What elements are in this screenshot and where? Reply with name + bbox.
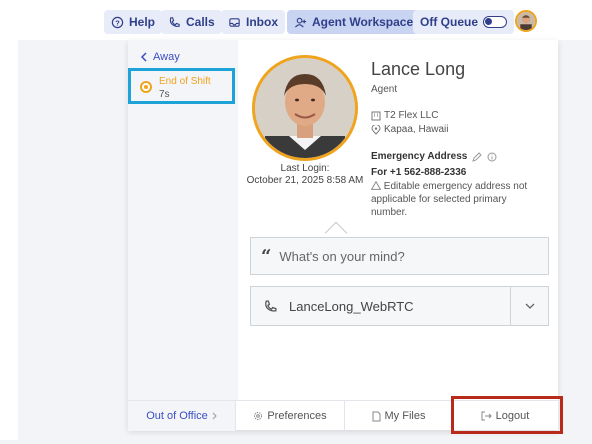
off-queue-label: Off Queue (420, 15, 479, 29)
chevron-right-icon (212, 412, 217, 420)
last-login-value: October 21, 2025 8:58 AM (246, 175, 364, 186)
calls-button[interactable]: Calls (161, 10, 222, 34)
emergency-address-heading: Emergency Address (371, 151, 497, 162)
off-queue-toggle[interactable]: Off Queue (413, 10, 515, 34)
agent-icon (294, 17, 307, 28)
queue-toggle-switch[interactable] (483, 16, 508, 28)
profile-photo (252, 55, 358, 161)
company-name: T2 Flex LLC (384, 110, 439, 121)
help-icon: ? (111, 16, 124, 28)
file-icon (372, 411, 381, 421)
building-icon (371, 111, 381, 120)
out-of-office-label: Out of Office (146, 410, 208, 422)
location-pin-icon (371, 124, 381, 135)
my-files-button[interactable]: My Files (345, 401, 453, 431)
preferences-button[interactable]: Preferences (236, 401, 345, 431)
away-back-link[interactable]: Away (140, 51, 180, 63)
company-info: T2 Flex LLC (371, 110, 438, 121)
help-label: Help (129, 15, 156, 29)
phone-device-selector[interactable]: LanceLong_WebRTC (250, 286, 549, 326)
user-avatar[interactable] (515, 10, 537, 32)
location-info: Kapaa, Hawaii (371, 124, 448, 135)
inbox-button[interactable]: Inbox (221, 10, 285, 34)
phone-device-label: LanceLong_WebRTC (289, 298, 414, 314)
status-name: End of Shift (159, 76, 211, 87)
svg-text:?: ? (115, 18, 120, 27)
status-sidebar: Away End of Shift 7s (128, 40, 238, 400)
out-of-office-link[interactable]: Out of Office (128, 401, 236, 431)
gear-icon (254, 412, 263, 420)
my-files-label: My Files (384, 410, 426, 422)
last-login: Last Login: October 21, 2025 8:58 AM (240, 163, 370, 187)
help-button[interactable]: ? Help (104, 10, 163, 34)
location-name: Kapaa, Hawaii (384, 124, 449, 135)
pencil-icon[interactable] (472, 151, 483, 162)
phone-icon (169, 16, 180, 27)
status-message-placeholder: What's on your mind? (279, 248, 405, 264)
avatar-image (517, 12, 535, 30)
inbox-icon (229, 17, 240, 27)
preferences-label: Preferences (267, 410, 327, 422)
away-label: Away (153, 51, 180, 63)
phone-icon (251, 299, 281, 314)
top-navigation: ? Help Calls Inbox Agent Workspace Off Q… (0, 0, 592, 40)
status-duration: 7s (159, 89, 170, 100)
emergency-number: For +1 562-888-2336 (371, 167, 467, 178)
emergency-heading-label: Emergency Address (371, 151, 468, 162)
quote-icon: “ (261, 245, 272, 267)
chevron-down-icon[interactable] (510, 287, 548, 325)
status-item-end-of-shift[interactable]: End of Shift 7s (128, 68, 235, 104)
agent-status-panel: Away End of Shift 7s Last Login: October… (128, 40, 558, 431)
status-message-input[interactable]: “ What's on your mind? (250, 237, 549, 275)
info-icon[interactable] (487, 152, 497, 162)
agent-role: Agent (371, 84, 398, 95)
profile-photo-image (255, 58, 355, 158)
agent-workspace-label: Agent Workspace (312, 15, 414, 29)
warning-icon (370, 180, 382, 190)
chevron-left-icon (140, 52, 147, 62)
emergency-note: Editable emergency address not applicabl… (370, 180, 541, 219)
inbox-label: Inbox (246, 15, 278, 29)
calls-label: Calls (186, 15, 215, 29)
last-login-label: Last Login: (280, 163, 330, 174)
agent-name: Lance Long (371, 59, 466, 79)
logout-highlight (451, 396, 563, 434)
agent-workspace-button[interactable]: Agent Workspace (287, 10, 421, 34)
status-indicator-icon (140, 81, 152, 93)
emergency-note-text: Editable emergency address not applicabl… (371, 181, 528, 218)
